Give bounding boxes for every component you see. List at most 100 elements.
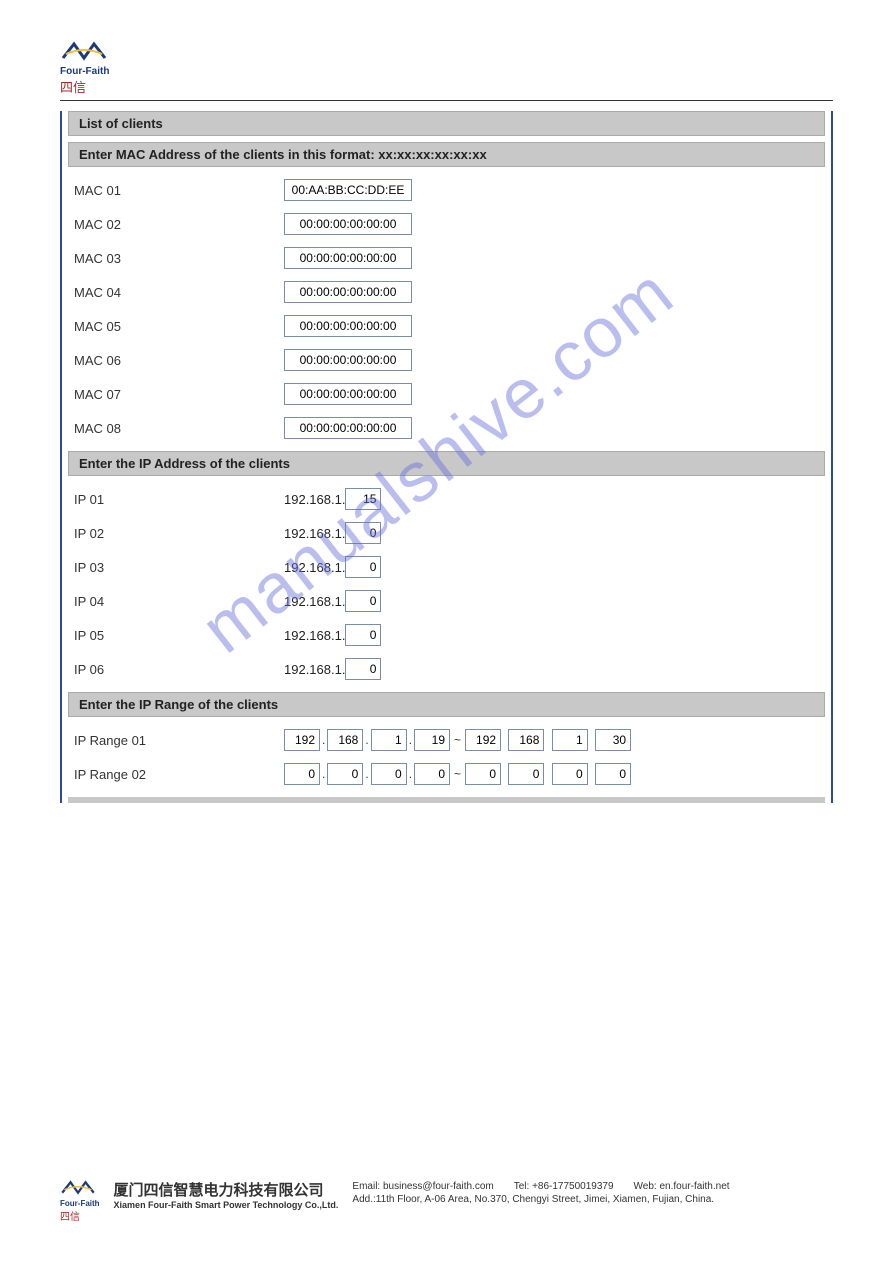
footer-email: Email: business@four-faith.com [352,1181,493,1192]
logo-icon [60,40,108,66]
mac-row: MAC 02 [68,207,825,241]
mac-label: MAC 01 [74,183,284,198]
ip-prefix: 192.168.1. [284,662,345,677]
ip-range-label: IP Range 01 [74,733,284,748]
range-2-from-4[interactable] [414,763,450,785]
footer-brand-cjk: 四信 [60,1208,100,1223]
ip-prefix: 192.168.1. [284,492,345,507]
page-footer: Four-Faith 四信 厦门四信智慧电力科技有限公司 Xiamen Four… [60,1179,833,1223]
range-1-from-4[interactable] [414,729,450,751]
mac-row: MAC 04 [68,275,825,309]
ip-prefix: 192.168.1. [284,526,345,541]
mac-row: MAC 03 [68,241,825,275]
range-separator: ~ [450,767,465,781]
range-1-to-2[interactable] [508,729,544,751]
ip-dot: . [363,767,370,781]
ip-row: IP 04192.168.1. [68,584,825,618]
ip-label: IP 03 [74,560,284,575]
ip-dot: . [320,733,327,747]
ip-range-row: IP Range 01...~... [68,723,825,757]
range-separator: ~ [450,733,465,747]
ip-range-label: IP Range 02 [74,767,284,782]
ip-octet-5[interactable] [345,624,381,646]
mac-label: MAC 08 [74,421,284,436]
brand-cjk: 四信 [60,77,109,96]
footer-address: Add.:11th Floor, A-06 Area, No.370, Chen… [352,1194,714,1205]
mac-input-7[interactable] [284,383,412,405]
mac-row: MAC 01 [68,173,825,207]
ip-label: IP 04 [74,594,284,609]
mac-input-3[interactable] [284,247,412,269]
ip-row: IP 03192.168.1. [68,550,825,584]
panel-bottom-bar [68,797,825,803]
config-panel: List of clients Enter MAC Address of the… [60,111,833,803]
footer-company: 厦门四信智慧电力科技有限公司 Xiamen Four-Faith Smart P… [114,1179,339,1210]
ip-dot: . [320,767,327,781]
mac-label: MAC 05 [74,319,284,334]
range-1-from-1[interactable] [284,729,320,751]
ip-label: IP 06 [74,662,284,677]
footer-brand-name: Four-Faith [60,1199,100,1208]
ip-range-row: IP Range 02...~... [68,757,825,791]
footer-tel: Tel: +86-17750019379 [514,1181,614,1192]
mac-input-4[interactable] [284,281,412,303]
page-header: Four-Faith 四信 [60,40,833,101]
mac-label: MAC 04 [74,285,284,300]
footer-logo: Four-Faith 四信 [60,1179,100,1223]
mac-row: MAC 07 [68,377,825,411]
range-2-to-3[interactable] [552,763,588,785]
mac-row: MAC 08 [68,411,825,445]
mac-input-8[interactable] [284,417,412,439]
ip-octet-6[interactable] [345,658,381,680]
ip-dot: . [363,733,370,747]
range-1-to-3[interactable] [552,729,588,751]
mac-input-2[interactable] [284,213,412,235]
ip-prefix: 192.168.1. [284,594,345,609]
range-2-to-4[interactable] [595,763,631,785]
mac-label: MAC 07 [74,387,284,402]
mac-label: MAC 02 [74,217,284,232]
mac-section-title: Enter MAC Address of the clients in this… [68,142,825,167]
range-1-from-3[interactable] [371,729,407,751]
logo-icon [60,1179,96,1199]
range-2-from-1[interactable] [284,763,320,785]
brand-logo: Four-Faith 四信 [60,40,109,96]
mac-input-6[interactable] [284,349,412,371]
mac-input-1[interactable] [284,179,412,201]
range-2-to-2[interactable] [508,763,544,785]
ip-row: IP 05192.168.1. [68,618,825,652]
ip-octet-4[interactable] [345,590,381,612]
ip-dot: . [407,733,414,747]
footer-web: Web: en.four-faith.net [634,1181,730,1192]
ip-octet-3[interactable] [345,556,381,578]
mac-label: MAC 03 [74,251,284,266]
range-2-from-2[interactable] [327,763,363,785]
range-2-from-3[interactable] [371,763,407,785]
ip-prefix: 192.168.1. [284,560,345,575]
ip-label: IP 02 [74,526,284,541]
range-1-from-2[interactable] [327,729,363,751]
mac-label: MAC 06 [74,353,284,368]
ip-row: IP 02192.168.1. [68,516,825,550]
company-cn: 厦门四信智慧电力科技有限公司 [114,1179,339,1200]
ip-prefix: 192.168.1. [284,628,345,643]
ip-dot: . [407,767,414,781]
mac-row: MAC 06 [68,343,825,377]
range-1-to-1[interactable] [465,729,501,751]
ip-octet-1[interactable] [345,488,381,510]
mac-input-5[interactable] [284,315,412,337]
brand-name: Four-Faith [60,66,109,77]
range-2-to-1[interactable] [465,763,501,785]
ip-label: IP 05 [74,628,284,643]
list-title: List of clients [68,111,825,136]
ip-label: IP 01 [74,492,284,507]
ip-section-title: Enter the IP Address of the clients [68,451,825,476]
ip-row: IP 01192.168.1. [68,482,825,516]
ip-row: IP 06192.168.1. [68,652,825,686]
range-section-title: Enter the IP Range of the clients [68,692,825,717]
ip-octet-2[interactable] [345,522,381,544]
footer-contact: Email: business@four-faith.com Tel: +86-… [352,1179,833,1207]
range-1-to-4[interactable] [595,729,631,751]
mac-row: MAC 05 [68,309,825,343]
company-en: Xiamen Four-Faith Smart Power Technology… [114,1200,339,1210]
